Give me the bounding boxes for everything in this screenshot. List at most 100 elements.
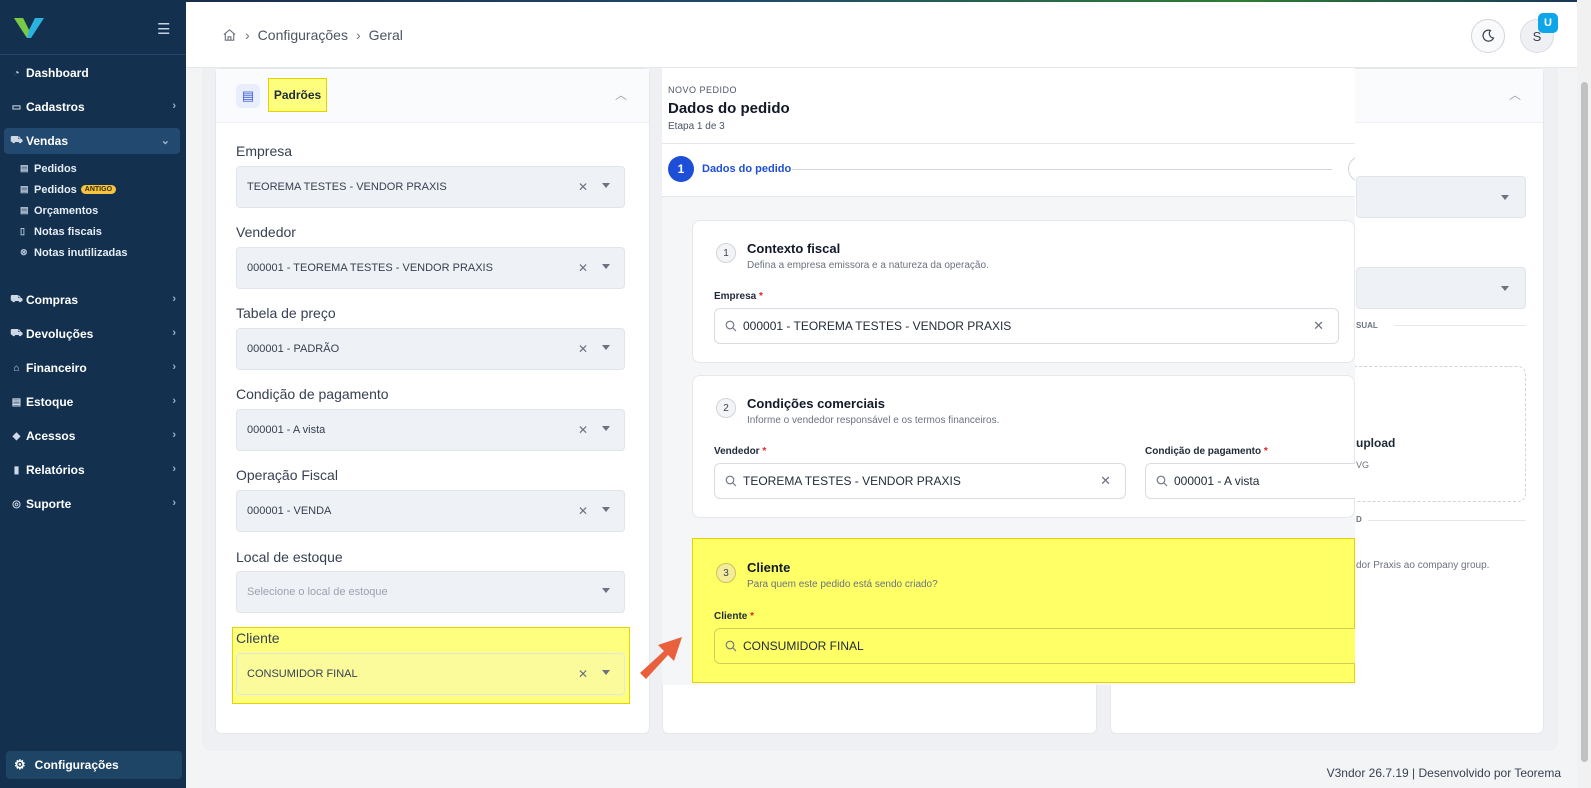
breadcrumb-configuracoes[interactable]: Configurações bbox=[258, 27, 348, 43]
clear-icon[interactable]: ✕ bbox=[1100, 473, 1111, 489]
section-condicoes-comerciais: 2 Condições comerciais Informe o vendedo… bbox=[692, 375, 1355, 518]
sidebar-item-label: Configurações bbox=[34, 758, 119, 772]
sidebar-item-estoque[interactable]: ▤ Estoque › bbox=[0, 389, 186, 415]
chevron-up-icon[interactable]: ︿ bbox=[1509, 86, 1521, 103]
vendedor-select[interactable]: 000001 - TEOREMA TESTES - VENDOR PRAXIS … bbox=[236, 247, 625, 289]
section-number: 1 bbox=[716, 243, 736, 263]
empresa-search-input[interactable]: 000001 - TEOREMA TESTES - VENDOR PRAXIS … bbox=[714, 308, 1339, 344]
right-select-2[interactable] bbox=[1356, 267, 1526, 309]
moon-icon bbox=[1482, 29, 1495, 42]
home-icon[interactable] bbox=[222, 28, 237, 42]
select-value: 000001 - A vista bbox=[247, 424, 326, 436]
sidebar-item-label: Suporte bbox=[26, 497, 72, 511]
chevron-down-icon: ⌄ bbox=[160, 135, 170, 147]
select-value: 000001 - VENDA bbox=[247, 505, 332, 517]
cart-icon: ⛟ bbox=[10, 293, 23, 305]
submenu-label: Notas inutilizadas bbox=[34, 246, 128, 259]
sidebar-item-label: Compras bbox=[26, 293, 79, 307]
submenu-item-pedidos[interactable]: ▤ Pedidos bbox=[20, 158, 186, 179]
scrollbar-thumb[interactable] bbox=[1581, 82, 1588, 762]
sidebar-item-relatorios[interactable]: ▮ Relatórios › bbox=[0, 457, 186, 483]
gear-icon: ⚙ bbox=[14, 757, 26, 772]
boxes-icon: ▤ bbox=[11, 396, 22, 408]
sidebar-item-devolucoes[interactable]: ⛟ Devoluções › bbox=[0, 321, 186, 347]
submenu-item-notas-inutilizadas[interactable]: ⊗ Notas inutilizadas bbox=[20, 242, 186, 263]
local-estoque-select[interactable]: Selecione o local de estoque bbox=[236, 571, 625, 613]
clear-icon[interactable]: ✕ bbox=[1313, 318, 1324, 334]
submenu-item-pedidos-antigo[interactable]: ▤ Pedidos ANTIGO bbox=[20, 179, 186, 200]
right-divider-line bbox=[1394, 325, 1526, 326]
dashboard-icon: ◔ bbox=[13, 67, 20, 79]
upload-label: upload bbox=[1356, 436, 1396, 450]
cliente-select[interactable]: CONSUMIDOR FINAL ✕ bbox=[236, 653, 625, 695]
chevron-right-icon: › bbox=[172, 429, 176, 441]
receipt-icon: ▤ bbox=[236, 84, 260, 108]
caret-down-icon[interactable] bbox=[602, 588, 610, 593]
chevron-up-icon[interactable]: ︿ bbox=[615, 86, 627, 103]
caret-down-icon[interactable] bbox=[602, 183, 610, 188]
caret-down-icon[interactable] bbox=[1501, 195, 1509, 200]
upload-hint: VG bbox=[1356, 460, 1370, 470]
caret-down-icon[interactable] bbox=[602, 264, 610, 269]
lifebuoy-icon: ◎ bbox=[12, 498, 21, 510]
menu-toggle-icon[interactable]: ☰ bbox=[157, 20, 170, 38]
v3ndor-logo bbox=[14, 18, 44, 38]
step-1-label[interactable]: Dados do pedido bbox=[702, 163, 791, 175]
empresa-select[interactable]: TEOREMA TESTES - VENDOR PRAXIS ✕ bbox=[236, 166, 625, 208]
caret-down-icon[interactable] bbox=[602, 507, 610, 512]
clear-icon[interactable]: ✕ bbox=[578, 180, 588, 194]
right-select-1[interactable] bbox=[1356, 176, 1526, 218]
sidebar-item-label: Estoque bbox=[26, 395, 74, 409]
sidebar-item-cadastros[interactable]: ▭ Cadastros › bbox=[0, 94, 186, 120]
search-icon bbox=[725, 640, 737, 652]
caret-down-icon[interactable] bbox=[602, 345, 610, 350]
condicao-pagamento-search-input[interactable]: 000001 - A vista bbox=[1145, 463, 1355, 499]
sidebar-item-financeiro[interactable]: ⌂ Financeiro › bbox=[0, 355, 186, 381]
input-value: 000001 - TEOREMA TESTES - VENDOR PRAXIS bbox=[743, 319, 1012, 333]
operacao-fiscal-select[interactable]: 000001 - VENDA ✕ bbox=[236, 490, 625, 532]
submenu-item-orcamentos[interactable]: ▤ Orçamentos bbox=[20, 200, 186, 221]
right-divider-label: SUAL bbox=[1356, 321, 1378, 330]
cart-icon: ⛟ bbox=[10, 134, 23, 146]
caret-down-icon[interactable] bbox=[602, 426, 610, 431]
cliente-search-input[interactable]: CONSUMIDOR FINAL bbox=[714, 628, 1355, 664]
step-1-indicator[interactable]: 1 bbox=[668, 156, 694, 182]
required-mark: * bbox=[759, 291, 763, 302]
page-scrollbar[interactable] bbox=[1577, 0, 1591, 788]
right-helper-text: dor Praxis ao company group. bbox=[1356, 560, 1490, 571]
section-title: Condições comerciais bbox=[747, 396, 885, 411]
padroes-card: ▤ Padrões ︿ Empresa TEOREMA TESTES - VEN… bbox=[215, 68, 650, 734]
sidebar-item-acessos[interactable]: ◆ Acessos › bbox=[0, 423, 186, 449]
padroes-card-header[interactable]: ▤ Padrões ︿ bbox=[216, 69, 649, 123]
search-icon bbox=[725, 475, 737, 487]
step-info: Etapa 1 de 3 bbox=[668, 121, 725, 132]
field-label-vendedor: Vendedor bbox=[236, 224, 296, 240]
chevron-right-icon: › bbox=[172, 293, 176, 305]
condicao-pagamento-select[interactable]: 000001 - A vista ✕ bbox=[236, 409, 625, 451]
caret-down-icon[interactable] bbox=[602, 670, 610, 675]
tabela-preco-select[interactable]: 000001 - PADRÃO ✕ bbox=[236, 328, 625, 370]
dark-mode-toggle[interactable] bbox=[1471, 19, 1505, 53]
clear-icon[interactable]: ✕ bbox=[578, 667, 588, 681]
select-value: 000001 - PADRÃO bbox=[247, 343, 340, 355]
sidebar-item-label: Dashboard bbox=[26, 66, 89, 80]
sidebar-divider bbox=[0, 54, 186, 55]
submenu-item-notas-fiscais[interactable]: ▯ Notas fiscais bbox=[20, 221, 186, 242]
clear-icon[interactable]: ✕ bbox=[578, 261, 588, 275]
caret-down-icon[interactable] bbox=[1501, 286, 1509, 291]
sidebar-item-configuracoes[interactable]: ⚙ Configurações bbox=[6, 751, 182, 779]
clear-icon[interactable]: ✕ bbox=[578, 504, 588, 518]
breadcrumb-geral: Geral bbox=[368, 27, 403, 43]
clear-icon[interactable]: ✕ bbox=[578, 342, 588, 356]
step-2-indicator[interactable] bbox=[1348, 156, 1355, 182]
sidebar-item-compras[interactable]: ⛟ Compras › bbox=[0, 287, 186, 313]
field-label-operacao-fiscal: Operação Fiscal bbox=[236, 467, 338, 483]
select-value: 000001 - TEOREMA TESTES - VENDOR PRAXIS bbox=[247, 262, 493, 274]
sidebar-item-suporte[interactable]: ◎ Suporte › bbox=[0, 491, 186, 517]
sidebar-item-dashboard[interactable]: ◔ Dashboard bbox=[0, 60, 186, 86]
vendedor-search-input[interactable]: TEOREMA TESTES - VENDOR PRAXIS ✕ bbox=[714, 463, 1126, 499]
cliente-label: Cliente * bbox=[714, 611, 754, 622]
cart-icon: ⛟ bbox=[10, 327, 23, 339]
sidebar-item-vendas[interactable]: ⛟ Vendas ⌄ bbox=[4, 128, 180, 154]
clear-icon[interactable]: ✕ bbox=[578, 423, 588, 437]
